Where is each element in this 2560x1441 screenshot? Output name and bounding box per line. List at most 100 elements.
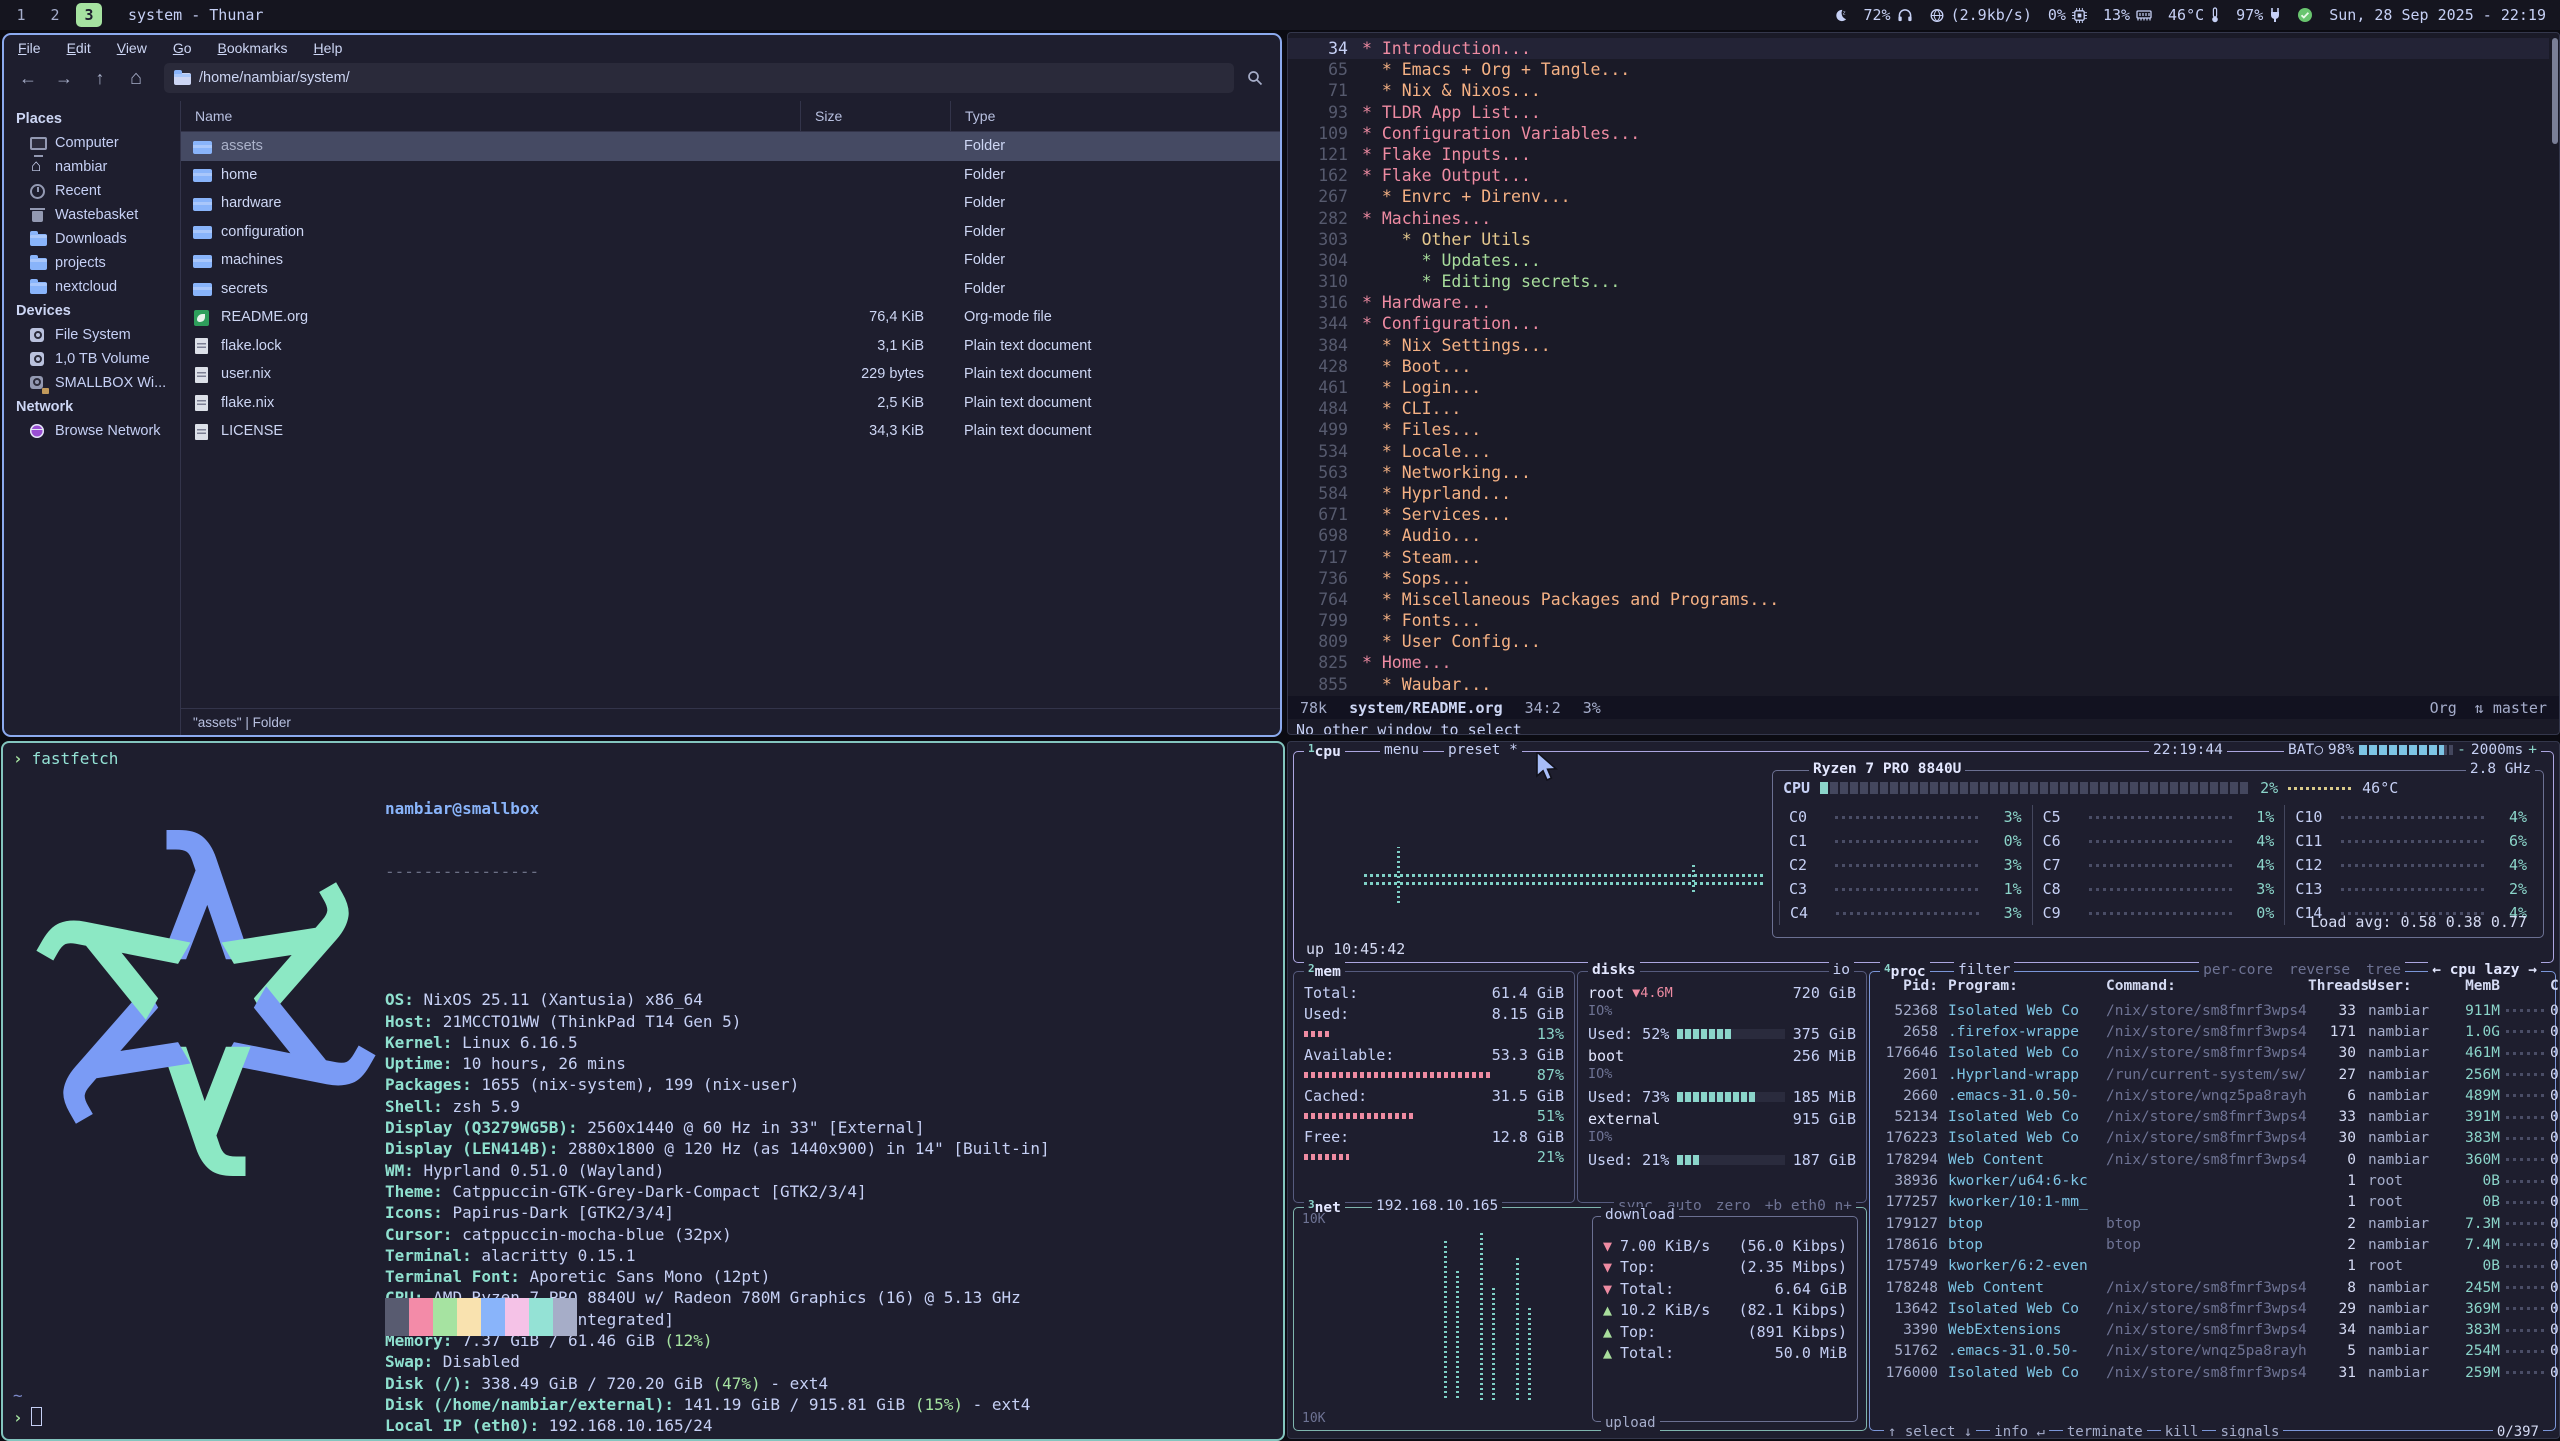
- workspace-2[interactable]: 2: [42, 3, 68, 27]
- process-row[interactable]: 176000 Isolated Web Co /nix/store/sm8fmr…: [1876, 1362, 2549, 1383]
- proc-option[interactable]: per-core: [2203, 962, 2273, 978]
- org-outline-line[interactable]: 316 * Hardware...: [1288, 292, 2549, 313]
- filter-button[interactable]: filter: [1954, 962, 2014, 978]
- column-header-size[interactable]: Size: [800, 101, 950, 131]
- disks-box-label[interactable]: disks: [1588, 962, 1640, 978]
- process-row[interactable]: 176223 Isolated Web Co /nix/store/sm8fmr…: [1876, 1128, 2549, 1149]
- sidebar-place-item[interactable]: Wastebasket: [4, 203, 180, 227]
- org-outline-line[interactable]: 499 * Files...: [1288, 419, 2549, 440]
- org-outline-line[interactable]: 799 * Fonts...: [1288, 610, 2549, 631]
- cpu-box-label[interactable]: 1cpu: [1304, 742, 1345, 760]
- temperature-module[interactable]: 46°C: [2168, 6, 2220, 24]
- sidebar-place-item[interactable]: nextcloud: [4, 275, 180, 299]
- process-row[interactable]: 178248 Web Content /nix/store/sm8fmrf3wp…: [1876, 1277, 2549, 1298]
- process-row[interactable]: 51762 .emacs-31.0.50- /nix/store/wnqz5pa…: [1876, 1341, 2549, 1362]
- menu-item[interactable]: File: [18, 40, 41, 56]
- proc-option[interactable]: tree: [2366, 962, 2401, 978]
- battery-module[interactable]: 97%: [2236, 6, 2281, 24]
- org-outline-line[interactable]: 809 * User Config...: [1288, 631, 2549, 652]
- file-row[interactable]: home Folder: [181, 161, 1280, 190]
- proc-footer-action[interactable]: signals: [2216, 1424, 2283, 1439]
- org-outline-line[interactable]: 34 * Introduction...: [1288, 38, 2549, 59]
- sidebar-place-item[interactable]: Downloads: [4, 227, 180, 251]
- org-outline-line[interactable]: 267 * Envrc + Direnv...: [1288, 186, 2549, 207]
- forward-button[interactable]: →: [48, 64, 80, 92]
- home-button[interactable]: ⌂: [120, 64, 152, 92]
- up-button[interactable]: ↑: [84, 64, 116, 92]
- proc-footer-action[interactable]: kill: [2161, 1424, 2203, 1439]
- workspace-3-active[interactable]: 3: [76, 3, 102, 27]
- org-outline-line[interactable]: 461 * Login...: [1288, 377, 2549, 398]
- update-interval[interactable]: -2000ms+: [2453, 742, 2541, 758]
- idle-inhibitor[interactable]: z: [1833, 8, 1848, 23]
- file-row[interactable]: flake.lock 3,1 KiB Plain text document: [181, 332, 1280, 361]
- file-row[interactable]: README.org 76,4 KiB Org-mode file: [181, 303, 1280, 332]
- sidebar-place-item[interactable]: nambiar: [4, 155, 180, 179]
- proc-footer-action[interactable]: terminate: [2063, 1424, 2147, 1439]
- sidebar-place-item[interactable]: projects: [4, 251, 180, 275]
- workspace-1[interactable]: 1: [8, 3, 34, 27]
- file-row[interactable]: machines Folder: [181, 246, 1280, 275]
- org-outline-line[interactable]: 304 * Updates...: [1288, 250, 2549, 271]
- org-outline-line[interactable]: 534 * Locale...: [1288, 441, 2549, 462]
- net-toggle[interactable]: +b eth0 n+: [1765, 1198, 1852, 1214]
- mem-box-label[interactable]: 2mem: [1304, 962, 1345, 980]
- process-row[interactable]: 52134 Isolated Web Co /nix/store/sm8fmrf…: [1876, 1106, 2549, 1127]
- process-row[interactable]: 176646 Isolated Web Co /nix/store/sm8fmr…: [1876, 1043, 2549, 1064]
- process-row[interactable]: 38936 kworker/u64:6-kc 1 root 0B 0.0: [1876, 1170, 2549, 1191]
- clock-module[interactable]: Sun, 28 Sep 2025 - 22:19: [2329, 6, 2546, 24]
- path-bar[interactable]: /home/nambiar/system/: [164, 63, 1234, 93]
- column-header-name[interactable]: Name: [181, 101, 800, 131]
- process-row[interactable]: 2601 .Hyprland-wrapp /run/current-system…: [1876, 1064, 2549, 1085]
- process-row[interactable]: 178616 btop btop 2 nambiar 7.4M 0.0: [1876, 1234, 2549, 1255]
- process-row[interactable]: 175749 kworker/6:2-even 1 root 0B 0.0: [1876, 1256, 2549, 1277]
- io-toggle[interactable]: io: [1829, 962, 1854, 978]
- file-row[interactable]: configuration Folder: [181, 218, 1280, 247]
- sidebar-device-item[interactable]: File System: [4, 323, 180, 347]
- org-outline-line[interactable]: 109 * Configuration Variables...: [1288, 123, 2549, 144]
- org-outline-line[interactable]: 484 * CLI...: [1288, 398, 2549, 419]
- search-button[interactable]: [1238, 64, 1272, 92]
- column-header-type[interactable]: Type: [950, 101, 1280, 131]
- org-outline-line[interactable]: 717 * Steam...: [1288, 547, 2549, 568]
- menu-item[interactable]: Edit: [67, 40, 91, 56]
- org-outline-line[interactable]: 344 * Configuration...: [1288, 313, 2549, 334]
- process-row[interactable]: 178294 Web Content /nix/store/sm8fmrf3wp…: [1876, 1149, 2549, 1170]
- org-outline-line[interactable]: 671 * Services...: [1288, 504, 2549, 525]
- sidebar-network-item[interactable]: Browse Network: [4, 419, 180, 443]
- org-outline-line[interactable]: 303 * Other Utils: [1288, 229, 2549, 250]
- org-outline-line[interactable]: 764 * Miscellaneous Packages and Program…: [1288, 589, 2549, 610]
- file-row[interactable]: hardware Folder: [181, 189, 1280, 218]
- sidebar-place-item[interactable]: Computer: [4, 131, 180, 155]
- org-outline-line[interactable]: 71 * Nix & Nixos...: [1288, 80, 2549, 101]
- menu-item[interactable]: View: [117, 40, 147, 56]
- back-button[interactable]: ←: [12, 64, 44, 92]
- org-outline-line[interactable]: 93 * TLDR App List...: [1288, 102, 2549, 123]
- menu-button[interactable]: menu: [1380, 742, 1423, 758]
- org-outline-line[interactable]: 428 * Boot...: [1288, 356, 2549, 377]
- org-outline-line[interactable]: 584 * Hyprland...: [1288, 483, 2549, 504]
- process-row[interactable]: 179127 btop btop 2 nambiar 7.3M 0.0: [1876, 1213, 2549, 1234]
- org-outline-line[interactable]: 736 * Sops...: [1288, 568, 2549, 589]
- terminal-window[interactable]: ›fastfetch λ λ λ λ λ λ nambiar@smallbox …: [1, 741, 1285, 1441]
- file-row[interactable]: LICENSE 34,3 KiB Plain text document: [181, 417, 1280, 446]
- org-outline-line[interactable]: 825 * Home...: [1288, 652, 2549, 673]
- org-outline-line[interactable]: 121 * Flake Inputs...: [1288, 144, 2549, 165]
- org-outline-line[interactable]: 162 * Flake Output...: [1288, 165, 2549, 186]
- proc-option[interactable]: reverse: [2289, 962, 2350, 978]
- org-outline-line[interactable]: 310 * Editing secrets...: [1288, 271, 2549, 292]
- menu-item[interactable]: Go: [173, 40, 192, 56]
- sidebar-place-item[interactable]: Recent: [4, 179, 180, 203]
- org-outline-line[interactable]: 698 * Audio...: [1288, 525, 2549, 546]
- updates-module[interactable]: [2297, 7, 2313, 23]
- proc-footer-action[interactable]: info ↵: [1990, 1424, 2049, 1439]
- proc-sort-nav[interactable]: ← cpu lazy →: [2428, 962, 2541, 978]
- process-row[interactable]: 52368 Isolated Web Co /nix/store/sm8fmrf…: [1876, 1000, 2549, 1021]
- file-row[interactable]: user.nix 229 bytes Plain text document: [181, 360, 1280, 389]
- process-row[interactable]: 177257 kworker/10:1-mm_ 1 root 0B 0.0: [1876, 1192, 2549, 1213]
- process-row[interactable]: 3390 WebExtensions /nix/store/sm8fmrf3wp…: [1876, 1319, 2549, 1340]
- process-row[interactable]: 2660 .emacs-31.0.50- /nix/store/wnqz5pa8…: [1876, 1085, 2549, 1106]
- file-row[interactable]: assets Folder: [181, 132, 1280, 161]
- org-outline-line[interactable]: 384 * Nix Settings...: [1288, 335, 2549, 356]
- process-row[interactable]: 2658 .firefox-wrappe /nix/store/sm8fmrf3…: [1876, 1021, 2549, 1042]
